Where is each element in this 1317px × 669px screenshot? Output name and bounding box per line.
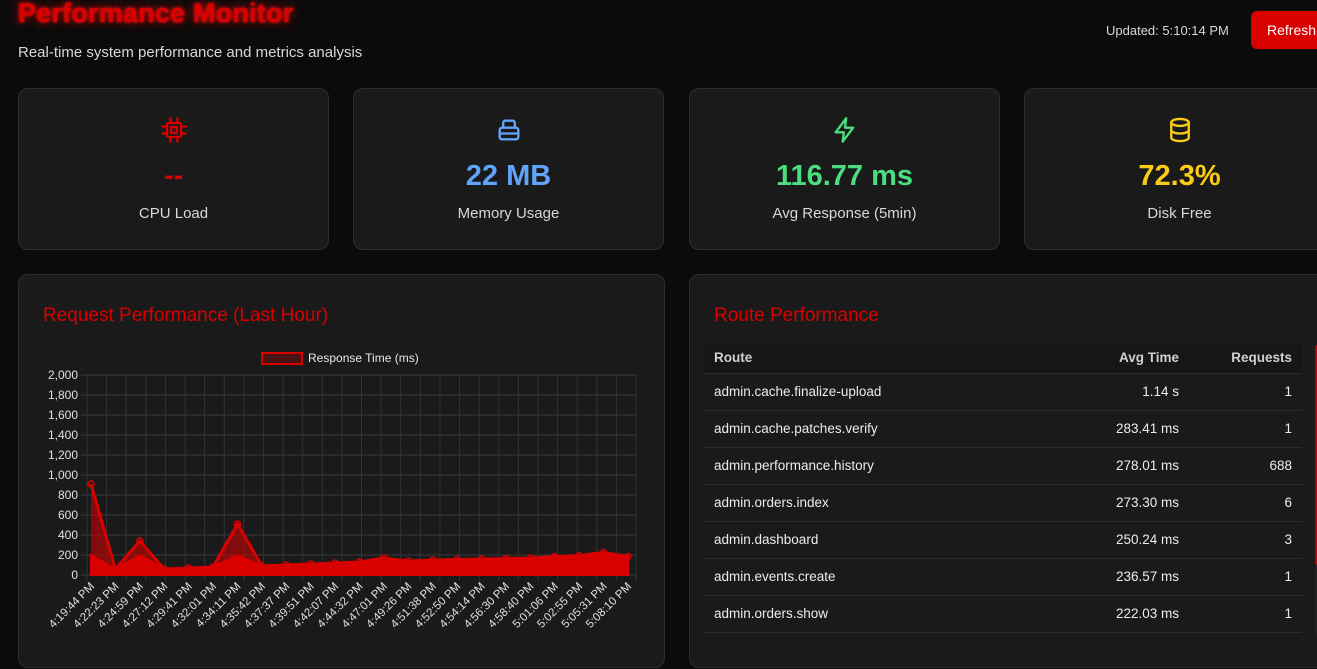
avg-time: 236.57 ms [1034,558,1189,596]
route-name: admin.cache.finalize-upload [704,373,1034,411]
route-performance-panel: Route Performance Route Avg Time Request… [689,274,1317,668]
route-name: admin.events.create [704,558,1034,596]
route-performance-title: Route Performance [714,305,879,326]
route-name: admin.dashboard [704,521,1034,559]
y-tick-label: 1,000 [48,468,78,482]
page-title: Performance Monitor [18,0,294,28]
route-name: admin.orders.show [704,595,1034,633]
disk-free-value: 72.3% [1138,160,1221,192]
avg-time: 1.14 s [1034,373,1189,411]
y-tick-label: 800 [58,488,78,502]
y-tick-label: 600 [58,508,78,522]
table-row[interactable]: admin.performance.history 278.01 ms 688 [704,447,1302,485]
database-icon [1169,117,1190,143]
avg-response-value: 116.77 ms [775,160,914,192]
y-tick-label: 2,000 [48,368,78,382]
cpu-load-card: -- CPU Load [18,88,329,250]
table-row[interactable]: admin.orders.index 273.30 ms 6 [704,484,1302,522]
refresh-button[interactable]: Refresh [1251,11,1317,49]
cpu-load-label: CPU Load [138,205,209,222]
avg-response-card: 116.77 ms Avg Response (5min) [689,88,1000,250]
column-header-route[interactable]: Route [704,343,1034,374]
y-tick-label: 1,400 [48,428,78,442]
route-name: admin.cache.patches.verify [704,410,1034,448]
y-tick-label: 1,600 [48,408,78,422]
cpu-icon [160,117,187,143]
avg-time: 222.03 ms [1034,595,1189,633]
request-count: 1 [1189,373,1302,411]
memory-usage-value: 22 MB [465,160,552,192]
route-name: admin.orders.index [704,484,1034,522]
memory-usage-card: 22 MB Memory Usage [353,88,664,250]
route-table: Route Avg Time Requests admin.cache.fina… [704,343,1302,633]
request-count: 1 [1189,595,1302,633]
updated-timestamp: Updated: 5:10:14 PM [1106,23,1229,38]
y-tick-label: 0 [71,568,78,582]
page-subtitle: Real-time system performance and metrics… [18,44,363,61]
disk-free-label: Disk Free [1147,205,1212,222]
avg-time: 283.41 ms [1034,410,1189,448]
request-count: 3 [1189,521,1302,559]
request-count: 688 [1189,447,1302,485]
table-row[interactable]: admin.dashboard 250.24 ms 3 [704,521,1302,559]
y-tick-label: 1,800 [48,388,78,402]
table-row[interactable]: admin.orders.show 222.03 ms 1 [704,595,1302,633]
table-row[interactable]: admin.events.create 236.57 ms 1 [704,558,1302,596]
avg-time: 273.30 ms [1034,484,1189,522]
request-count: 1 [1189,410,1302,448]
memory-icon [498,119,519,141]
column-header-avg-time[interactable]: Avg Time [1034,343,1189,374]
y-tick-label: 400 [58,528,78,542]
table-header-row: Route Avg Time Requests [704,343,1302,374]
column-header-requests[interactable]: Requests [1189,343,1302,374]
memory-usage-label: Memory Usage [457,205,560,222]
route-name: admin.performance.history [704,447,1034,485]
disk-free-card: 72.3% Disk Free [1024,88,1317,250]
request-count: 6 [1189,484,1302,522]
table-row[interactable]: admin.cache.finalize-upload 1.14 s1 [704,373,1302,411]
request-performance-panel: Request Performance (Last Hour) Response… [18,274,665,668]
y-tick-label: 1,200 [48,448,78,462]
lightning-icon [834,117,854,143]
request-count: 1 [1189,558,1302,596]
cpu-load-value: -- [163,160,184,192]
y-tick-label: 200 [58,548,78,562]
avg-time: 250.24 ms [1034,521,1189,559]
avg-time: 278.01 ms [1034,447,1189,485]
avg-response-label: Avg Response (5min) [772,205,917,222]
response-time-chart: 2,000 1,800 1,600 1,400 1,200 1,000 800 600 400 2… [47,368,637,631]
table-row[interactable]: admin.cache.patches.verify 283.41 ms 1 [704,410,1302,448]
